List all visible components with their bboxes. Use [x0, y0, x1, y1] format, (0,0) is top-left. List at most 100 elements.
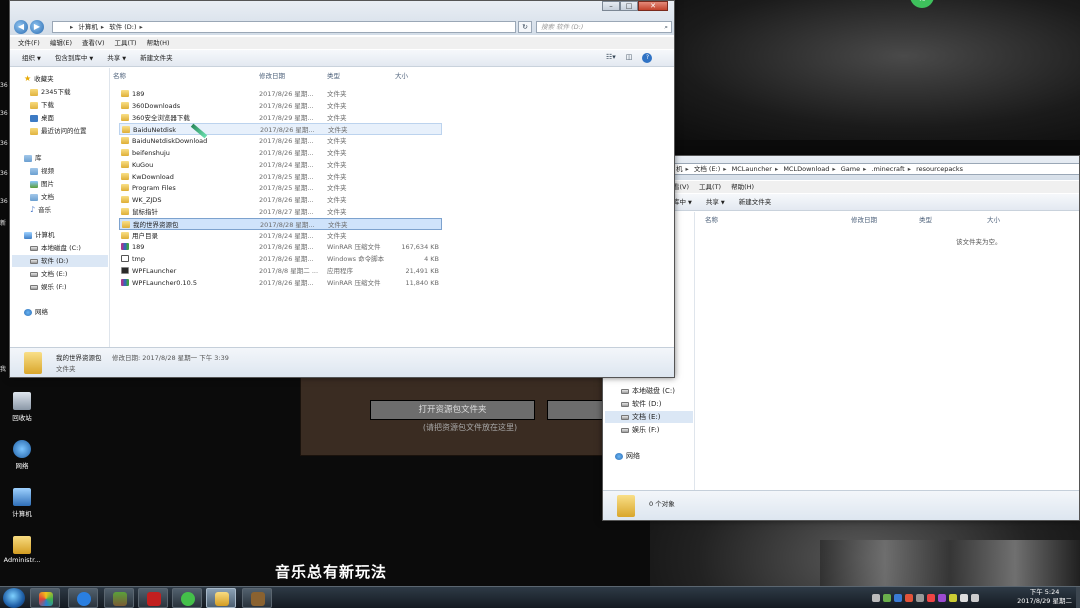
nav-item-libraries[interactable]: 库 — [24, 152, 42, 164]
column-header-size[interactable]: 大小 — [395, 70, 408, 82]
breadcrumb-drive-d[interactable]: 软件 (D:) — [109, 23, 136, 31]
file-row[interactable]: 鼠标指针 2017/8/27 星期... 文件夹 — [119, 206, 442, 218]
taskbar-app-pinwheel[interactable] — [30, 588, 60, 608]
tray-icon[interactable] — [883, 594, 891, 602]
organize-button[interactable]: 组织 ▼ — [22, 50, 41, 66]
nav-item-drive-f[interactable]: 娱乐 (F:) — [30, 281, 67, 293]
file-row[interactable]: 用户目录 2017/8/24 星期... 文件夹 — [119, 230, 442, 242]
admin-folder-desktop-icon[interactable]: Administr... — [0, 536, 44, 564]
column-header-type[interactable]: 类型 — [919, 214, 932, 226]
menu-view[interactable]: 查看(V) — [82, 37, 105, 49]
nav-item-drive-e[interactable]: 文档 (E:) — [605, 411, 693, 423]
file-row[interactable]: WPFLauncher 2017/8/8 星期二 ... 应用程序 21,491 KB — [119, 265, 442, 277]
file-row[interactable]: Program Files 2017/8/25 星期... 文件夹 — [119, 182, 442, 194]
recycle-bin-desktop-icon[interactable]: 回收站 — [0, 392, 44, 422]
file-row[interactable]: 189 2017/8/26 星期... WinRAR 压缩文件 167,634 KB — [119, 241, 442, 253]
nav-item-drive-f[interactable]: 娱乐 (F:) — [621, 424, 660, 436]
help-icon[interactable]: ? — [642, 53, 653, 63]
include-in-library-button[interactable]: 包含到库中 ▼ — [55, 50, 93, 66]
share-button[interactable]: 共享 ▼ — [107, 50, 126, 66]
tray-icon[interactable] — [905, 594, 913, 602]
computer-desktop-icon[interactable]: 计算机 — [0, 488, 44, 518]
breadcrumb-item[interactable]: Game — [841, 165, 860, 173]
new-folder-button[interactable]: 新建文件夹 — [739, 194, 772, 210]
show-desktop-button[interactable] — [1076, 587, 1080, 608]
address-bar[interactable]: 机 ▸ 文档 (E:) ▸ MCLauncher ▸ MCLDownload ▸ Gam… — [669, 163, 1079, 175]
network-desktop-icon[interactable]: 网络 — [0, 440, 44, 470]
nav-item-music[interactable]: ♪ 音乐 — [30, 204, 51, 216]
tray-icon[interactable] — [938, 594, 946, 602]
tray-icon[interactable] — [949, 594, 957, 602]
nav-item-drive-e[interactable]: 文档 (E:) — [30, 268, 67, 280]
nav-item-2345-download[interactable]: 2345下载 — [30, 86, 71, 98]
tray-icon[interactable] — [927, 594, 935, 602]
taskbar-app-chest[interactable] — [242, 588, 272, 608]
search-input[interactable]: 搜索 软件 (D:) ⌕ — [536, 21, 672, 33]
back-button[interactable]: ◀ — [14, 20, 28, 34]
nav-item-downloads[interactable]: 下载 — [30, 99, 54, 111]
column-header-name[interactable]: 名称 — [705, 214, 718, 226]
nav-item-drive-c[interactable]: 本地磁盘 (C:) — [621, 385, 675, 397]
taskbar-app-game[interactable] — [138, 588, 168, 608]
file-row[interactable]: KuGou 2017/8/24 星期... 文件夹 — [119, 159, 442, 171]
address-bar[interactable]: ▸ 计算机 ▸ 软件 (D:) ▸ — [52, 21, 516, 33]
nav-item-drive-c[interactable]: 本地磁盘 (C:) — [30, 242, 81, 254]
menu-tools[interactable]: 工具(T) — [115, 37, 137, 49]
explorer-window-drive-d[interactable]: – □ ✕ ◀ ▶ ▸ 计算机 ▸ 软件 (D:) ▸ ↻ 搜索 软件 (D:) ⌕… — [9, 0, 675, 378]
breadcrumb-item[interactable]: MCLDownload — [783, 165, 829, 173]
file-row[interactable]: 360Downloads 2017/8/26 星期... 文件夹 — [119, 100, 442, 112]
nav-item-favorites[interactable]: ★ 收藏夹 — [24, 73, 54, 85]
minimize-button[interactable]: – — [602, 1, 620, 11]
file-row[interactable]: KwDownload 2017/8/25 星期... 文件夹 — [119, 171, 442, 183]
file-row[interactable]: BaiduNetdisk 2017/8/26 星期... 文件夹 — [119, 123, 442, 136]
file-row[interactable]: 我的世界资源包 2017/8/28 星期... 文件夹 — [119, 217, 442, 230]
nav-item-videos[interactable]: 视频 — [30, 165, 54, 177]
column-header-type[interactable]: 类型 — [327, 70, 340, 82]
network-status-icon[interactable] — [960, 594, 968, 602]
taskbar-app-kugou[interactable] — [68, 588, 98, 608]
nav-item-network[interactable]: 网络 — [615, 450, 640, 462]
menu-view[interactable]: 看(V) — [673, 181, 689, 193]
menu-help[interactable]: 帮助(H) — [731, 181, 754, 193]
nav-item-pictures[interactable]: 图片 — [30, 178, 54, 190]
include-in-library-button[interactable]: 库中 ▼ — [673, 194, 692, 210]
breadcrumb-item[interactable]: .minecraft — [871, 165, 904, 173]
volume-icon[interactable] — [971, 594, 979, 602]
taskbar-clock[interactable]: 下午 5:24 2017/8/29 星期二 — [1017, 588, 1072, 606]
nav-item-recent-places[interactable]: 最近访问的位置 — [30, 125, 87, 137]
file-row[interactable]: beifenshuju 2017/8/26 星期... 文件夹 — [119, 147, 442, 159]
nav-item-computer[interactable]: 计算机 — [24, 229, 55, 241]
breadcrumb-item[interactable]: MCLauncher — [732, 165, 772, 173]
file-row[interactable]: WPFLauncher0.10.5 2017/8/26 星期... WinRAR 压… — [119, 277, 442, 289]
menu-edit[interactable]: 编辑(E) — [50, 37, 72, 49]
minecraft-done-button[interactable] — [547, 400, 607, 420]
new-folder-button[interactable]: 新建文件夹 — [140, 50, 173, 66]
column-header-date[interactable]: 修改日期 — [259, 70, 285, 82]
maximize-button[interactable]: □ — [620, 1, 638, 11]
nav-item-network[interactable]: 网络 — [24, 306, 48, 318]
forward-button[interactable]: ▶ — [30, 20, 44, 34]
file-row[interactable]: BaiduNetdiskDownload 2017/8/26 星期... 文件夹 — [119, 135, 442, 147]
menu-tools[interactable]: 工具(T) — [699, 181, 721, 193]
column-header-date[interactable]: 修改日期 — [851, 214, 877, 226]
file-row[interactable]: 189 2017/8/26 星期... 文件夹 — [119, 88, 442, 100]
nav-item-documents[interactable]: 文档 — [30, 191, 54, 203]
file-row[interactable]: 360安全浏览器下载 2017/8/29 星期... 文件夹 — [119, 112, 442, 124]
file-row[interactable]: WK_ZJDS 2017/8/26 星期... 文件夹 — [119, 194, 442, 206]
preview-pane-icon[interactable]: ◫ — [626, 53, 633, 63]
column-header-name[interactable]: 名称 — [113, 70, 126, 82]
share-button[interactable]: 共享 ▼ — [706, 194, 725, 210]
view-options-icon[interactable]: ☷▾ — [606, 53, 616, 63]
start-button[interactable] — [3, 588, 25, 608]
taskbar-app-360[interactable] — [172, 588, 202, 608]
close-button[interactable]: ✕ — [638, 1, 668, 11]
breadcrumb-item[interactable]: resourcepacks — [916, 165, 963, 173]
file-list-empty[interactable]: 名称 修改日期 类型 大小 该文件夹为空。 — [695, 212, 1079, 520]
file-row[interactable]: tmp 2017/8/26 星期... Windows 命令脚本 4 KB — [119, 253, 442, 265]
breadcrumb-item[interactable]: 机 — [676, 165, 683, 173]
taskbar-app-explorer[interactable] — [206, 588, 236, 608]
column-header-size[interactable]: 大小 — [987, 214, 1000, 226]
nav-item-drive-d[interactable]: 软件 (D:) — [12, 255, 108, 267]
tray-icon[interactable] — [916, 594, 924, 602]
refresh-button[interactable]: ↻ — [518, 21, 532, 33]
